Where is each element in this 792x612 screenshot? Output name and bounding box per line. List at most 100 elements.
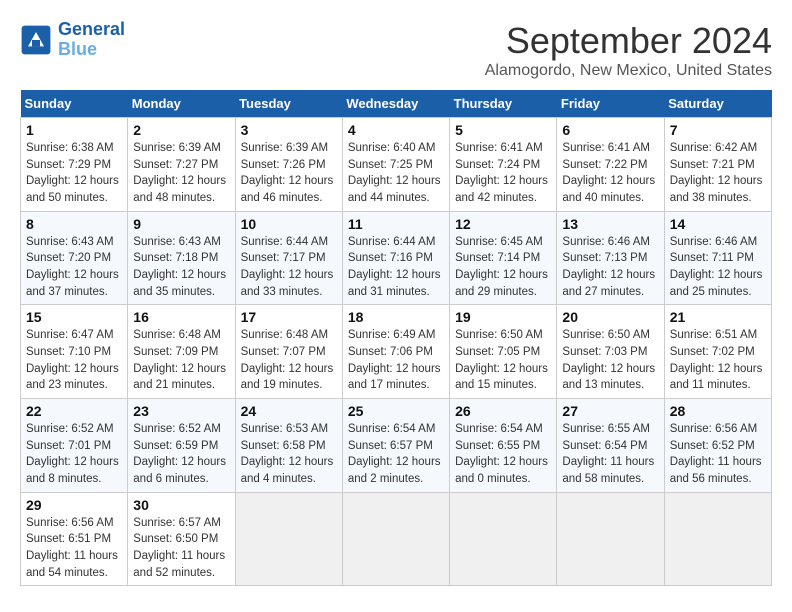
calendar-table: SundayMondayTuesdayWednesdayThursdayFrid…: [20, 90, 772, 586]
day-info: Sunrise: 6:43 AM Sunset: 7:20 PM Dayligh…: [26, 234, 122, 301]
weekday-header-tuesday: Tuesday: [235, 90, 342, 118]
day-cell-22: 22 Sunrise: 6:52 AM Sunset: 7:01 PM Dayli…: [21, 399, 128, 493]
day-number: 13: [562, 216, 658, 232]
day-info: Sunrise: 6:51 AM Sunset: 7:02 PM Dayligh…: [670, 327, 766, 394]
day-info: Sunrise: 6:48 AM Sunset: 7:09 PM Dayligh…: [133, 327, 229, 394]
day-number: 18: [348, 309, 444, 325]
day-number: 20: [562, 309, 658, 325]
day-info: Sunrise: 6:57 AM Sunset: 6:50 PM Dayligh…: [133, 515, 229, 582]
day-info: Sunrise: 6:52 AM Sunset: 7:01 PM Dayligh…: [26, 421, 122, 488]
day-number: 29: [26, 497, 122, 513]
location: Alamogordo, New Mexico, United States: [485, 62, 772, 80]
day-number: 12: [455, 216, 551, 232]
day-info: Sunrise: 6:48 AM Sunset: 7:07 PM Dayligh…: [241, 327, 337, 394]
day-number: 5: [455, 122, 551, 138]
day-cell-18: 18 Sunrise: 6:49 AM Sunset: 7:06 PM Dayli…: [342, 305, 449, 399]
day-info: Sunrise: 6:56 AM Sunset: 6:52 PM Dayligh…: [670, 421, 766, 488]
week-row-4: 22 Sunrise: 6:52 AM Sunset: 7:01 PM Dayli…: [21, 399, 772, 493]
weekday-header-thursday: Thursday: [450, 90, 557, 118]
day-number: 6: [562, 122, 658, 138]
empty-cell: [664, 492, 771, 586]
logo: General Blue: [20, 20, 125, 60]
day-cell-30: 30 Sunrise: 6:57 AM Sunset: 6:50 PM Dayli…: [128, 492, 235, 586]
day-info: Sunrise: 6:50 AM Sunset: 7:03 PM Dayligh…: [562, 327, 658, 394]
day-info: Sunrise: 6:54 AM Sunset: 6:55 PM Dayligh…: [455, 421, 551, 488]
day-number: 4: [348, 122, 444, 138]
day-cell-6: 6 Sunrise: 6:41 AM Sunset: 7:22 PM Daylig…: [557, 118, 664, 212]
day-info: Sunrise: 6:38 AM Sunset: 7:29 PM Dayligh…: [26, 140, 122, 207]
day-cell-24: 24Sunrise: 6:53 AM Sunset: 6:58 PM Dayli…: [235, 399, 342, 493]
month-title: September 2024: [485, 20, 772, 62]
week-row-5: 29Sunrise: 6:56 AM Sunset: 6:51 PM Dayli…: [21, 492, 772, 586]
day-cell-19: 19Sunrise: 6:50 AM Sunset: 7:05 PM Dayli…: [450, 305, 557, 399]
day-number: 23: [133, 403, 229, 419]
day-info: Sunrise: 6:55 AM Sunset: 6:54 PM Dayligh…: [562, 421, 658, 488]
day-cell-1: 1 Sunrise: 6:38 AM Sunset: 7:29 PM Daylig…: [21, 118, 128, 212]
day-number: 27: [562, 403, 658, 419]
day-info: Sunrise: 6:44 AM Sunset: 7:16 PM Dayligh…: [348, 234, 444, 301]
day-number: 8: [26, 216, 122, 232]
header: General Blue September 2024 Alamogordo, …: [20, 20, 772, 80]
day-cell-15: 15 Sunrise: 6:47 AM Sunset: 7:10 PM Dayli…: [21, 305, 128, 399]
day-cell-3: 3 Sunrise: 6:39 AM Sunset: 7:26 PM Daylig…: [235, 118, 342, 212]
empty-cell: [342, 492, 449, 586]
day-number: 7: [670, 122, 766, 138]
day-info: Sunrise: 6:52 AM Sunset: 6:59 PM Dayligh…: [133, 421, 229, 488]
day-number: 10: [241, 216, 337, 232]
day-info: Sunrise: 6:46 AM Sunset: 7:11 PM Dayligh…: [670, 234, 766, 301]
day-info: Sunrise: 6:50 AM Sunset: 7:05 PM Dayligh…: [455, 327, 551, 394]
title-area: September 2024 Alamogordo, New Mexico, U…: [485, 20, 772, 80]
weekday-header-row: SundayMondayTuesdayWednesdayThursdayFrid…: [21, 90, 772, 118]
day-cell-9: 9Sunrise: 6:43 AM Sunset: 7:18 PM Daylig…: [128, 211, 235, 305]
day-info: Sunrise: 6:47 AM Sunset: 7:10 PM Dayligh…: [26, 327, 122, 394]
weekday-header-saturday: Saturday: [664, 90, 771, 118]
weekday-header-sunday: Sunday: [21, 90, 128, 118]
day-number: 3: [241, 122, 337, 138]
day-cell-26: 26 Sunrise: 6:54 AM Sunset: 6:55 PM Dayli…: [450, 399, 557, 493]
day-info: Sunrise: 6:49 AM Sunset: 7:06 PM Dayligh…: [348, 327, 444, 394]
day-number: 28: [670, 403, 766, 419]
weekday-header-friday: Friday: [557, 90, 664, 118]
day-cell-27: 27 Sunrise: 6:55 AM Sunset: 6:54 PM Dayli…: [557, 399, 664, 493]
day-cell-13: 13 Sunrise: 6:46 AM Sunset: 7:13 PM Dayli…: [557, 211, 664, 305]
day-info: Sunrise: 6:54 AM Sunset: 6:57 PM Dayligh…: [348, 421, 444, 488]
day-info: Sunrise: 6:46 AM Sunset: 7:13 PM Dayligh…: [562, 234, 658, 301]
day-number: 9: [133, 216, 229, 232]
day-number: 22: [26, 403, 122, 419]
day-info: Sunrise: 6:42 AM Sunset: 7:21 PM Dayligh…: [670, 140, 766, 207]
logo-icon: [20, 24, 52, 56]
day-info: Sunrise: 6:41 AM Sunset: 7:24 PM Dayligh…: [455, 140, 551, 207]
logo-line2: Blue: [58, 40, 125, 60]
day-number: 17: [241, 309, 337, 325]
day-number: 11: [348, 216, 444, 232]
day-info: Sunrise: 6:39 AM Sunset: 7:26 PM Dayligh…: [241, 140, 337, 207]
day-cell-28: 28 Sunrise: 6:56 AM Sunset: 6:52 PM Dayli…: [664, 399, 771, 493]
weekday-header-monday: Monday: [128, 90, 235, 118]
calendar-body: 1 Sunrise: 6:38 AM Sunset: 7:29 PM Daylig…: [21, 118, 772, 586]
day-cell-16: 16 Sunrise: 6:48 AM Sunset: 7:09 PM Dayli…: [128, 305, 235, 399]
logo-line1: General: [58, 20, 125, 40]
day-number: 30: [133, 497, 229, 513]
week-row-3: 15 Sunrise: 6:47 AM Sunset: 7:10 PM Dayli…: [21, 305, 772, 399]
empty-cell: [450, 492, 557, 586]
day-number: 26: [455, 403, 551, 419]
day-cell-10: 10Sunrise: 6:44 AM Sunset: 7:17 PM Dayli…: [235, 211, 342, 305]
day-number: 1: [26, 122, 122, 138]
day-number: 24: [241, 403, 337, 419]
day-number: 15: [26, 309, 122, 325]
day-info: Sunrise: 6:41 AM Sunset: 7:22 PM Dayligh…: [562, 140, 658, 207]
day-number: 2: [133, 122, 229, 138]
day-cell-2: 2 Sunrise: 6:39 AM Sunset: 7:27 PM Daylig…: [128, 118, 235, 212]
day-number: 16: [133, 309, 229, 325]
day-info: Sunrise: 6:45 AM Sunset: 7:14 PM Dayligh…: [455, 234, 551, 301]
day-cell-7: 7 Sunrise: 6:42 AM Sunset: 7:21 PM Daylig…: [664, 118, 771, 212]
day-cell-14: 14 Sunrise: 6:46 AM Sunset: 7:11 PM Dayli…: [664, 211, 771, 305]
day-info: Sunrise: 6:39 AM Sunset: 7:27 PM Dayligh…: [133, 140, 229, 207]
week-row-1: 1 Sunrise: 6:38 AM Sunset: 7:29 PM Daylig…: [21, 118, 772, 212]
day-cell-23: 23 Sunrise: 6:52 AM Sunset: 6:59 PM Dayli…: [128, 399, 235, 493]
empty-cell: [557, 492, 664, 586]
day-cell-11: 11 Sunrise: 6:44 AM Sunset: 7:16 PM Dayli…: [342, 211, 449, 305]
week-row-2: 8 Sunrise: 6:43 AM Sunset: 7:20 PM Daylig…: [21, 211, 772, 305]
day-number: 14: [670, 216, 766, 232]
day-cell-21: 21Sunrise: 6:51 AM Sunset: 7:02 PM Dayli…: [664, 305, 771, 399]
